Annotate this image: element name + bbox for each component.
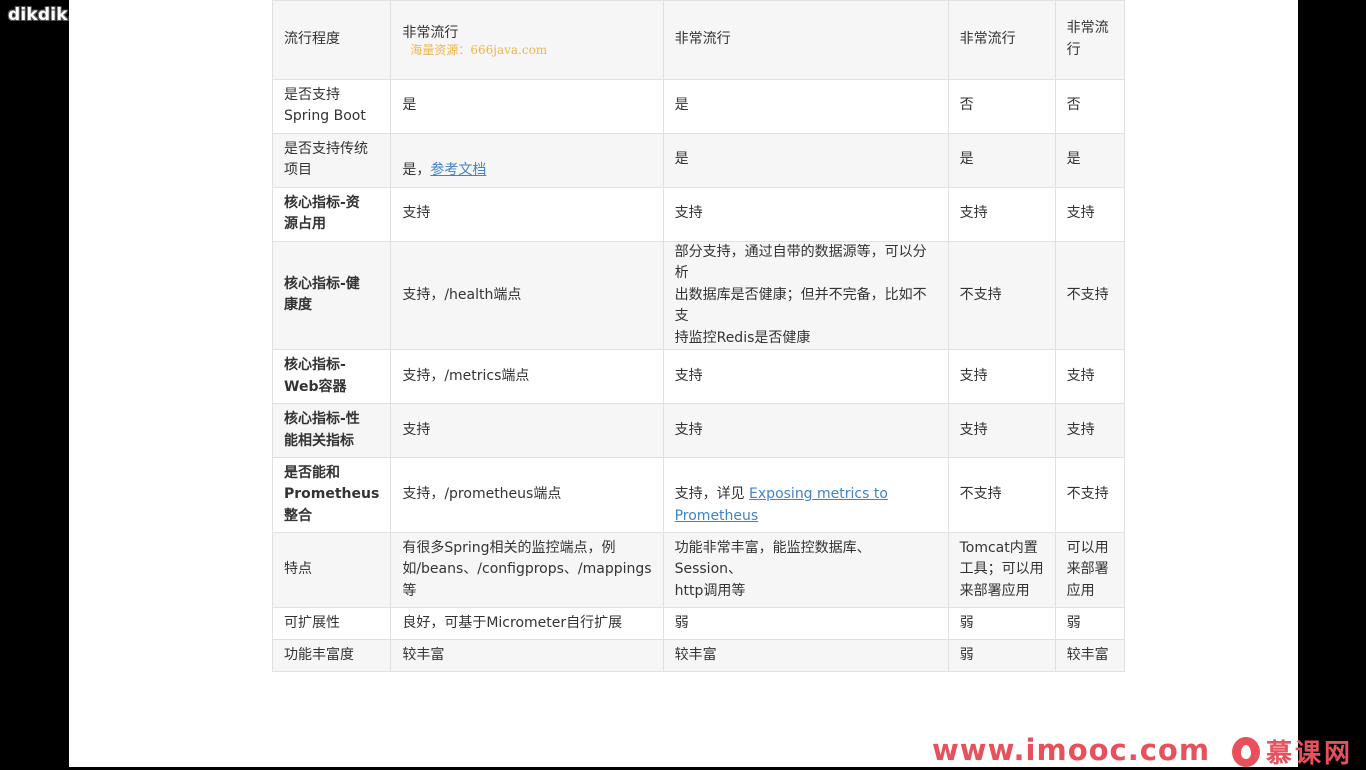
table-cell: 流行程度 (271, 0, 392, 80)
table-cell: 弱 (1054, 607, 1125, 640)
table-cell: 是，参考文档 (390, 132, 664, 188)
table-cell: 功能非常丰富，能监控数据库、Session、 http调用等 (662, 532, 949, 608)
imooc-logo: 慕课网 (1232, 733, 1353, 770)
cell-text: 非常流行 (402, 24, 459, 41)
table-row: 是否能和 Prometheus 整合 支持，/prometheus端点 支持，详… (271, 457, 1125, 533)
table-cell: 是 (662, 78, 949, 134)
table-cell: 非常流行 (947, 0, 1056, 80)
table-cell: 不支持 (1054, 240, 1125, 350)
table-cell: 支持 (1054, 186, 1125, 242)
table-cell: 是否支持传统 项目 (271, 132, 392, 188)
table-cell: 支持，详见 Exposing metrics to Prometheus (662, 457, 949, 533)
table-cell: 不支持 (947, 457, 1056, 533)
table-row: 是否支持 Spring Boot 是 是 否 否 (271, 78, 1125, 134)
table-row: 功能丰富度 较丰富 较丰富 弱 较丰富 (271, 639, 1125, 672)
table-cell: 支持 (662, 403, 949, 458)
table-row: 核心指标-资 源占用 支持 支持 支持 支持 (271, 186, 1125, 242)
table-row: 可扩展性 良好，可基于Micrometer自行扩展 弱 弱 弱 (271, 607, 1125, 640)
table-row: 特点 有很多Spring相关的监控端点，例 如/beans、/configpro… (271, 532, 1125, 608)
table-cell: 核心指标-健 康度 (271, 240, 392, 350)
table-cell: 否 (1054, 78, 1125, 134)
table-cell: 较丰富 (1054, 639, 1125, 672)
table-cell: 支持，/health端点 (390, 240, 664, 350)
table-cell: 部分支持，通过自带的数据源等，可以分析 出数据库是否健康；但并不完备，比如不支 … (662, 240, 949, 350)
table-cell: 较丰富 (390, 639, 664, 672)
table-cell: 是 (1054, 132, 1125, 188)
table-cell: 有很多Spring相关的监控端点，例 如/beans、/configprops、… (390, 532, 664, 608)
table-cell: 不支持 (947, 240, 1056, 350)
table-cell: 核心指标- Web容器 (271, 349, 392, 404)
table-cell: 支持 (1054, 403, 1125, 458)
table-cell: 支持 (1054, 349, 1125, 404)
flame-icon (1232, 736, 1260, 767)
table-row: 核心指标-性 能相关指标 支持 支持 支持 支持 (271, 403, 1125, 458)
table-cell: 支持 (390, 403, 664, 458)
imooc-url-watermark: www.imooc.com (932, 733, 1211, 767)
document-page: 流行程度 非常流行 海量资源：666java.com 非常流行 非常流行 非常流… (69, 0, 1298, 767)
cell-text: 是， (402, 162, 431, 178)
table-cell: 是 (662, 132, 949, 188)
table-row: 核心指标- Web容器 支持，/metrics端点 支持 支持 支持 (271, 349, 1125, 404)
table-cell: 支持 (947, 403, 1056, 458)
table-cell: 核心指标-性 能相关指标 (271, 403, 392, 458)
table-cell: 是 (390, 78, 664, 134)
table-cell: 非常流行 (662, 0, 949, 80)
table-cell: 是 (947, 132, 1056, 188)
table-cell: 良好，可基于Micrometer自行扩展 (390, 607, 664, 640)
table-cell: 是否支持 Spring Boot (271, 78, 392, 134)
table-cell: 支持 (662, 349, 949, 404)
cell-text: 支持，详见 (674, 486, 750, 503)
table-row: 流行程度 非常流行 海量资源：666java.com 非常流行 非常流行 非常流… (271, 0, 1125, 80)
table-cell: 功能丰富度 (271, 639, 392, 672)
table-cell: 可扩展性 (271, 607, 392, 640)
reference-doc-link[interactable]: 参考文档 (430, 162, 486, 178)
table-cell: 弱 (947, 639, 1056, 672)
table-row: 核心指标-健 康度 支持，/health端点 部分支持，通过自带的数据源等，可以… (271, 240, 1125, 350)
comparison-table: 流行程度 非常流行 海量资源：666java.com 非常流行 非常流行 非常流… (271, 0, 1125, 672)
table-cell: 支持，/metrics端点 (390, 349, 664, 404)
table-cell: 非常流 行 (1054, 0, 1125, 80)
table-cell: 支持 (390, 186, 664, 242)
table-cell: 支持 (662, 186, 949, 242)
table-cell: 支持，/prometheus端点 (390, 457, 664, 533)
table-cell: 不支持 (1054, 457, 1125, 533)
table-cell: 是否能和 Prometheus 整合 (271, 457, 392, 533)
table-row: 是否支持传统 项目 是，参考文档 是 是 是 (271, 132, 1125, 188)
table-cell: 核心指标-资 源占用 (271, 186, 392, 242)
table-cell: Tomcat内置 工具；可以用 来部署应用 (947, 532, 1056, 608)
table-cell: 较丰富 (662, 639, 949, 672)
resource-watermark: 海量资源：666java.com (410, 43, 548, 57)
table-cell: 弱 (947, 607, 1056, 640)
table-cell: 特点 (271, 532, 392, 608)
imooc-brand-text: 慕课网 (1266, 739, 1354, 769)
table-cell: 弱 (662, 607, 949, 640)
table-cell: 非常流行 海量资源：666java.com (390, 0, 664, 80)
table-cell: 可以用 来部署 应用 (1054, 532, 1125, 608)
table-cell: 支持 (947, 349, 1056, 404)
table-cell: 否 (947, 78, 1056, 134)
table-cell: 支持 (947, 186, 1056, 242)
